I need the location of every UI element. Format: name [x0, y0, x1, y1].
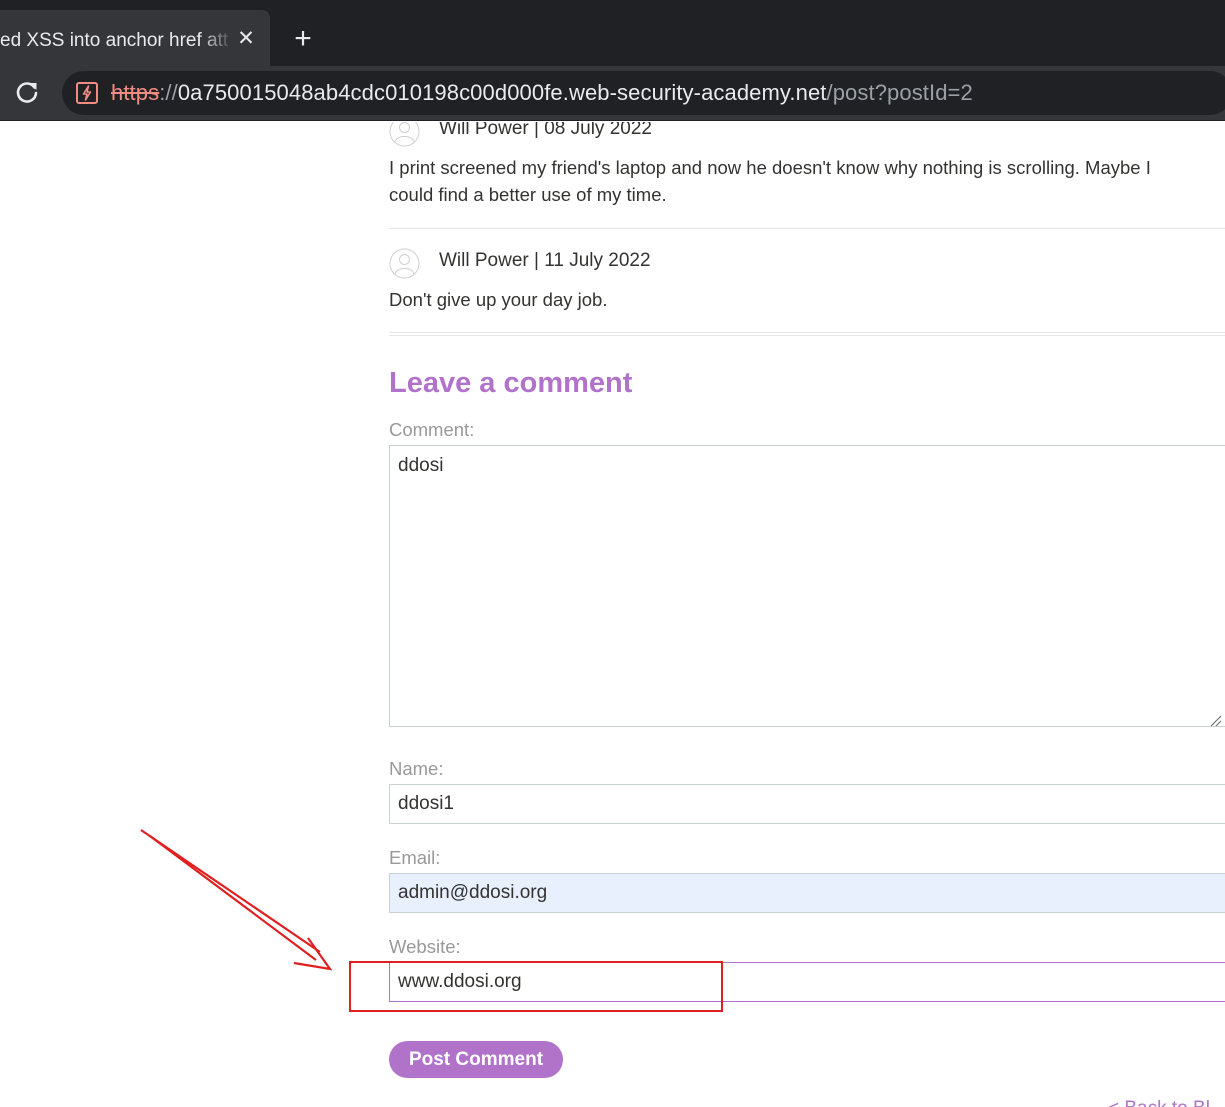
browser-toolbar: https://0a750015048ab4cdc010198c00d000fe… [0, 66, 1225, 121]
back-to-blog-link[interactable]: < Back to Bl [1108, 1098, 1210, 1107]
website-label: Website: [389, 936, 461, 957]
reload-icon[interactable] [12, 77, 42, 107]
url-scheme: https [111, 80, 160, 105]
url-text[interactable]: https://0a750015048ab4cdc010198c00d000fe… [111, 80, 973, 106]
name-input[interactable]: ddosi1 [389, 784, 1225, 824]
email-input[interactable]: admin@ddosi.org [389, 873, 1225, 913]
comment-text: I print screened my friend's laptop and … [389, 157, 1151, 205]
post-comment-button[interactable]: Post Comment [389, 1041, 563, 1078]
page-content: Will Power | 08 July 2022 I print screen… [0, 122, 1225, 1107]
url-host: 0a750015048ab4cdc010198c00d000fe.web-sec… [177, 80, 827, 105]
close-icon[interactable]: ✕ [233, 26, 259, 52]
comment-divider [389, 228, 1225, 229]
comment-textarea[interactable]: ddosi [389, 445, 1225, 727]
tab-title-fade [200, 24, 234, 56]
url-separator: :// [159, 80, 178, 105]
comment-textarea-value: ddosi [398, 455, 444, 476]
comment-author-date: Will Power | 08 July 2022 [439, 122, 652, 139]
browser-tabstrip: ed XSS into anchor href att ✕ + [0, 0, 1225, 66]
form-title: Leave a comment [389, 367, 633, 399]
name-label: Name: [389, 758, 444, 779]
comment-label: Comment: [389, 419, 475, 440]
avatar-icon [389, 248, 420, 279]
new-tab-icon[interactable]: + [288, 24, 318, 54]
annotation-highlight-box [349, 961, 723, 1012]
browser-tab[interactable]: ed XSS into anchor href att ✕ [0, 10, 270, 66]
resize-grip-icon[interactable] [1210, 711, 1222, 727]
avatar-icon [389, 122, 420, 147]
address-bar[interactable]: https://0a750015048ab4cdc010198c00d000fe… [62, 71, 1225, 115]
not-secure-icon[interactable] [75, 81, 99, 105]
comment-text: Don't give up your day job. [389, 289, 608, 310]
tab-title: ed XSS into anchor href att [0, 30, 229, 51]
url-path: /post?postId=2 [826, 80, 973, 105]
email-label: Email: [389, 847, 441, 868]
comment-author-date: Will Power | 11 July 2022 [439, 250, 651, 271]
comments-bottom-divider [389, 332, 1225, 333]
comments-bottom-divider-second [389, 335, 1225, 336]
